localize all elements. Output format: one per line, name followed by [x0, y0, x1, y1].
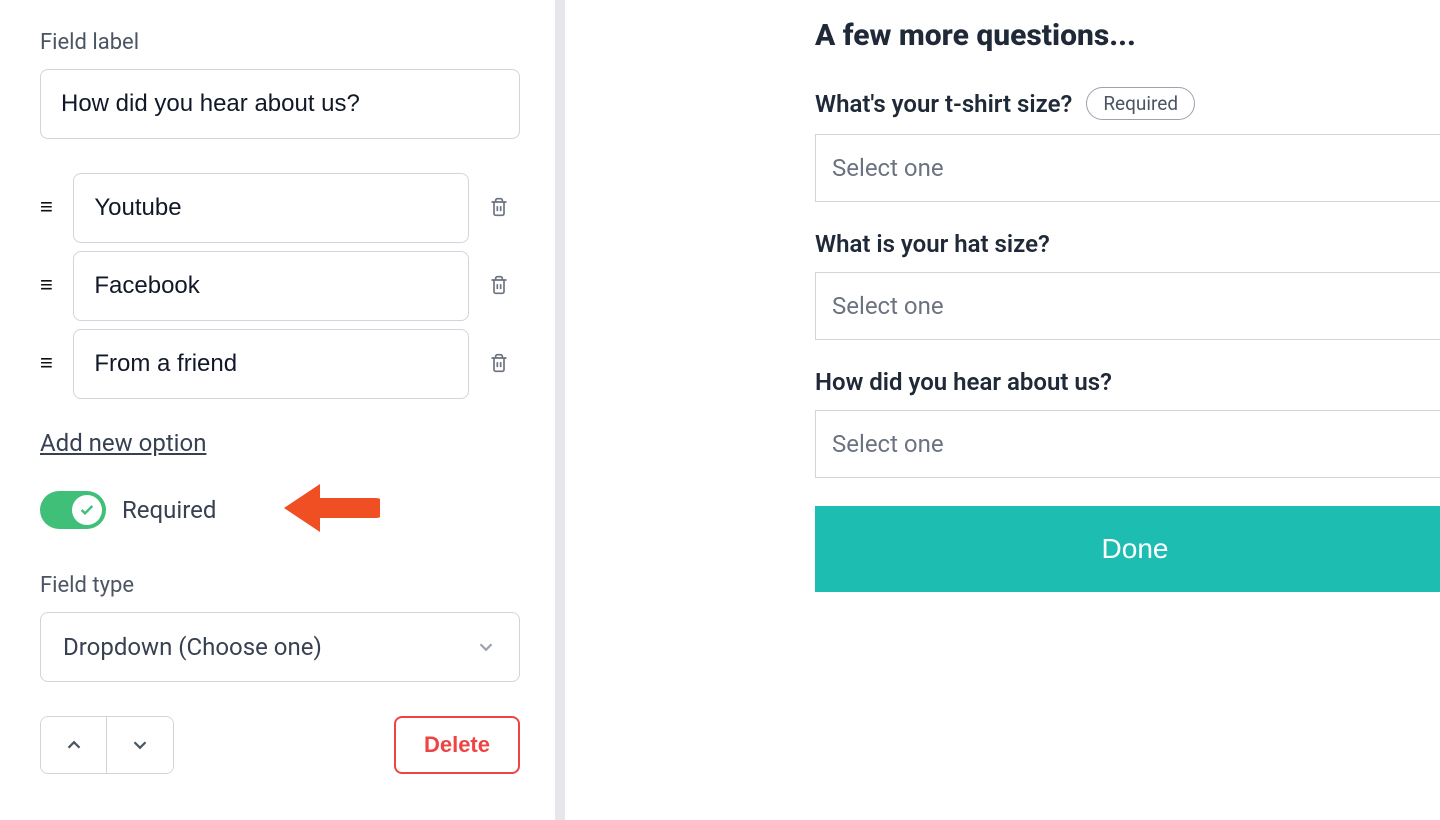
check-icon	[79, 502, 95, 518]
select-placeholder: Select one	[832, 430, 944, 458]
required-toggle[interactable]	[40, 491, 106, 529]
move-up-button[interactable]	[41, 717, 107, 773]
editor-panel: Field label ≡ ≡ ≡	[0, 0, 565, 820]
option-row: ≡	[40, 173, 515, 243]
done-button[interactable]: Done	[815, 506, 1440, 592]
chevron-down-icon	[475, 636, 497, 658]
required-badge: Required	[1086, 87, 1195, 120]
chevron-down-icon	[129, 734, 151, 756]
drag-handle-icon[interactable]: ≡	[40, 197, 59, 219]
option-input[interactable]	[73, 329, 469, 399]
required-toggle-label: Required	[122, 496, 216, 524]
preview-field: What is your hat size? Select one	[815, 230, 1440, 340]
editor-footer: Delete	[40, 716, 520, 774]
preview-heading: A few more questions...	[815, 18, 1440, 53]
preview-field: How did you hear about us? Select one	[815, 368, 1440, 478]
options-list: ≡ ≡ ≡	[40, 173, 515, 399]
delete-option-button[interactable]	[483, 268, 515, 305]
toggle-knob	[72, 495, 102, 525]
required-toggle-row: Required	[40, 491, 515, 529]
field-type-value: Dropdown (Choose one)	[63, 633, 322, 661]
preview-panel: A few more questions... What's your t-sh…	[565, 0, 1440, 820]
drag-handle-icon[interactable]: ≡	[40, 353, 59, 375]
field-type-block: Field type Dropdown (Choose one)	[40, 573, 515, 682]
field-type-select[interactable]: Dropdown (Choose one)	[40, 612, 520, 682]
option-row: ≡	[40, 329, 515, 399]
option-input[interactable]	[73, 251, 469, 321]
add-option-link[interactable]: Add new option	[40, 429, 206, 457]
trash-icon	[489, 274, 509, 296]
reorder-buttons	[40, 716, 174, 774]
select-placeholder: Select one	[832, 292, 944, 320]
preview-field-label: How did you hear about us?	[815, 368, 1112, 396]
select-placeholder: Select one	[832, 154, 944, 182]
field-label-heading: Field label	[40, 30, 515, 55]
field-label-input[interactable]	[40, 69, 520, 139]
field-type-heading: Field type	[40, 573, 515, 598]
option-input[interactable]	[73, 173, 469, 243]
trash-icon	[489, 352, 509, 374]
preview-select[interactable]: Select one	[815, 272, 1440, 340]
annotation-arrow-icon	[280, 476, 380, 544]
delete-option-button[interactable]	[483, 346, 515, 383]
trash-icon	[489, 196, 509, 218]
preview-field: What's your t-shirt size? Required Selec…	[815, 87, 1440, 202]
preview-select[interactable]: Select one	[815, 134, 1440, 202]
drag-handle-icon[interactable]: ≡	[40, 275, 59, 297]
chevron-up-icon	[63, 734, 85, 756]
preview-field-label: What's your t-shirt size?	[815, 90, 1072, 118]
preview-field-label: What is your hat size?	[815, 230, 1050, 258]
delete-option-button[interactable]	[483, 190, 515, 227]
move-down-button[interactable]	[107, 717, 173, 773]
preview-select[interactable]: Select one	[815, 410, 1440, 478]
delete-field-button[interactable]: Delete	[394, 716, 520, 774]
option-row: ≡	[40, 251, 515, 321]
